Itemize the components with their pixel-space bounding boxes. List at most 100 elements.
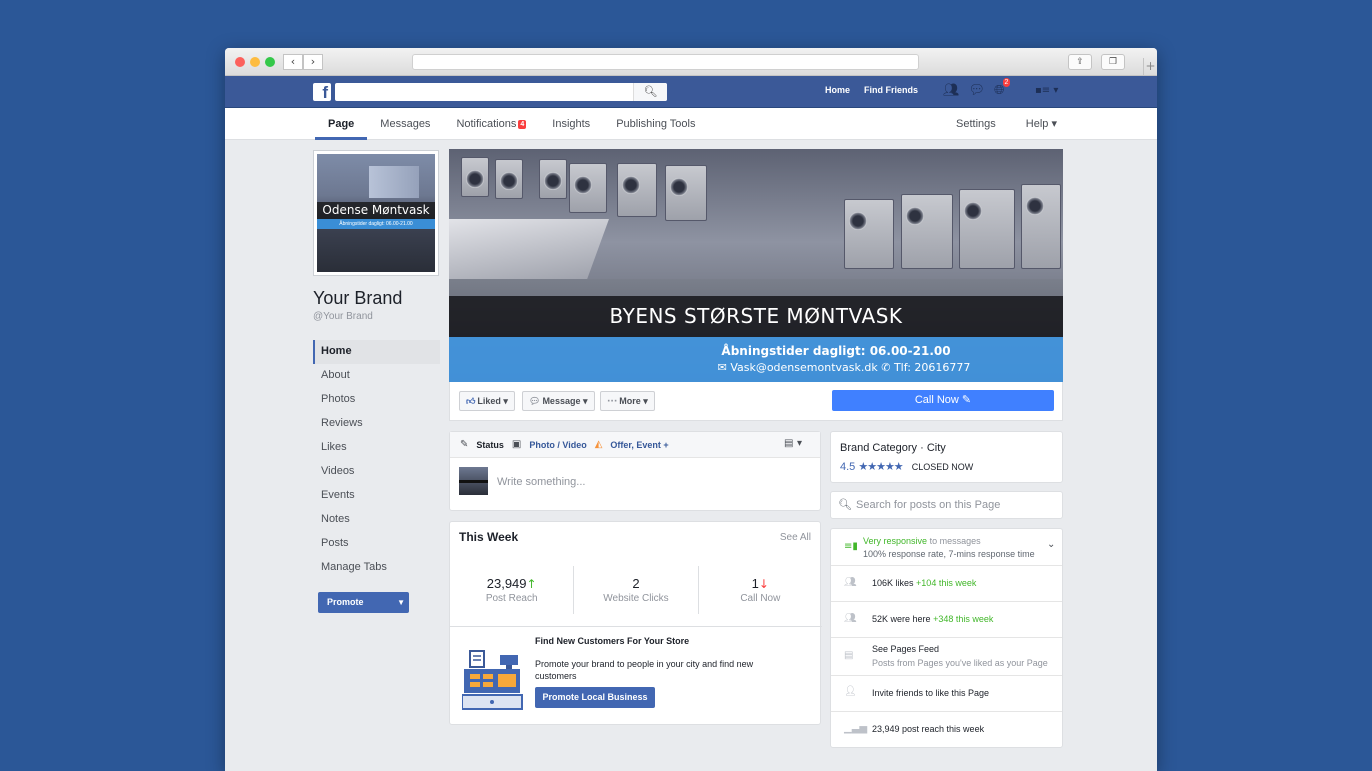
browser-chrome: ‹ › ⇪ ❐ + — [225, 48, 1157, 76]
tab-notifications[interactable]: Notifications 4 — [443, 108, 539, 140]
avatar-brand-name: Odense Møntvask — [317, 202, 435, 219]
facebook-search-input[interactable]: 🔍︎ — [335, 83, 667, 101]
chevron-down-icon: ▼ — [397, 598, 405, 607]
topbar-find-friends-link[interactable]: Find Friends — [864, 85, 918, 95]
sidebar-item-events[interactable]: Events — [313, 484, 440, 508]
tab-messages[interactable]: Messages — [367, 108, 443, 140]
people-icon: 👥︎ — [844, 577, 857, 588]
promo-title: Find New Customers For Your Store — [535, 636, 690, 646]
ellipsis-icon: ··· — [607, 397, 618, 407]
composer-input[interactable]: Write something... — [497, 476, 585, 488]
sidebar-item-videos[interactable]: Videos — [313, 460, 440, 484]
stat-call-now[interactable]: 1↓ Call Now — [699, 566, 822, 614]
likes-row[interactable]: 👥︎ 106K likes +104 this week — [831, 566, 1062, 602]
notifications-badge: 4 — [518, 120, 527, 129]
promo-description: Promote your brand to people in your cit… — [535, 659, 754, 681]
sidebar-nav: Home About Photos Reviews Likes Videos E… — [313, 340, 440, 580]
phone-icon: ✆ — [881, 361, 891, 374]
message-button[interactable]: 💬︎ Message ▾ — [522, 391, 595, 411]
sidebar-item-home[interactable]: Home — [313, 340, 440, 364]
tab-settings[interactable]: Settings — [956, 108, 996, 140]
forward-button[interactable]: › — [303, 54, 323, 70]
minimize-window-button[interactable] — [250, 57, 260, 67]
cover-phone: Tlf: 20616777 — [893, 361, 971, 374]
rating-row[interactable]: 4.5 ★★★★★ CLOSED NOW — [840, 460, 973, 473]
history-buttons: ‹ › — [283, 54, 323, 70]
brand-category[interactable]: Brand Category · City — [840, 442, 946, 454]
messages-icon[interactable]: 💬︎ — [969, 83, 986, 98]
stat-website-clicks[interactable]: 2 Website Clicks — [574, 566, 699, 614]
friends-icon[interactable]: 👥︎ — [943, 83, 960, 98]
cover-hours: Åbningstider dagligt: 06.00-21.00 — [721, 344, 951, 358]
liked-button[interactable]: 👍︎ Liked ▾ — [459, 391, 515, 411]
tab-insights[interactable]: Insights — [539, 108, 603, 140]
profile-picture[interactable]: Odense Møntvask Åbningstider dagligt: 06… — [313, 150, 439, 276]
post-reach-row[interactable]: ▁▃▅ 23,949 post reach this week — [831, 712, 1062, 748]
sidebar-item-posts[interactable]: Posts — [313, 532, 440, 556]
call-now-button[interactable]: Call Now ✎ — [832, 390, 1054, 411]
rating-value: 4.5 — [840, 461, 856, 473]
pages-feed-row[interactable]: ▤ See Pages Feed Posts from Pages you've… — [831, 638, 1062, 676]
brand-category-card: Brand Category · City 4.5 ★★★★★ CLOSED N… — [830, 431, 1063, 483]
camera-icon: ▣ — [511, 439, 522, 450]
sidebar-item-manage-tabs[interactable]: Manage Tabs — [313, 556, 440, 580]
this-week-card: This Week See All 23,949↑ Post Reach 2 W… — [449, 521, 822, 725]
page-info-card: ≡▮ Very responsive to messages 100% resp… — [830, 528, 1063, 748]
star-rating-icon: ★★★★★ — [858, 461, 903, 473]
composer-status-tab[interactable]: Status — [476, 440, 504, 450]
composer-photo-tab[interactable]: Photo / Video — [529, 440, 586, 450]
speech-bubble-icon: 💬︎ — [529, 397, 541, 407]
page-navigation: Page Messages Notifications 4 Insights Pu… — [225, 108, 1157, 140]
arrow-down-icon: ↓ — [758, 577, 769, 591]
topbar-home-link[interactable]: Home — [825, 85, 850, 95]
tab-page[interactable]: Page — [315, 108, 368, 140]
feed-icon: ▤ — [844, 650, 854, 661]
more-button[interactable]: ··· More ▾ — [600, 391, 655, 411]
share-icon[interactable]: ⇪ — [1068, 54, 1092, 70]
thumbs-up-icon: 👍︎ — [466, 397, 476, 407]
facebook-topbar: f 🔍︎ Home Find Friends 👥︎ 💬︎ 🌐︎ 2 ▪≡ ▾ — [225, 76, 1157, 108]
see-all-link[interactable]: See All — [780, 532, 811, 543]
composer-options-icon[interactable]: ▤ ▾ — [784, 438, 802, 449]
new-tab-icon[interactable]: + — [1143, 58, 1157, 76]
chevron-down-icon[interactable]: ⌄ — [1047, 539, 1055, 550]
arrow-up-icon: ↑ — [526, 577, 537, 591]
page-action-bar: 👍︎ Liked ▾ 💬︎ Message ▾ ··· More ▾ Call Now… — [449, 382, 1063, 421]
add-person-icon: 👤︎ — [844, 686, 857, 697]
sidebar-item-notes[interactable]: Notes — [313, 508, 440, 532]
sidebar-item-photos[interactable]: Photos — [313, 388, 440, 412]
promote-button[interactable]: Promote ▼ — [318, 592, 409, 613]
composer-avatar — [459, 467, 488, 495]
responsiveness-row[interactable]: ≡▮ Very responsive to messages 100% resp… — [831, 529, 1062, 566]
facebook-logo-icon[interactable]: f — [313, 83, 331, 101]
cover-contact: ✉ Vask@odensemontvask.dk ✆ Tlf: 20616777 — [449, 361, 1063, 374]
account-menu-icon[interactable]: ▪≡ ▾ — [1035, 85, 1058, 96]
address-bar[interactable] — [412, 54, 919, 70]
browser-window: ‹ › ⇪ ❐ + f 🔍︎ Home Find Friends 👥︎ 💬︎ 🌐… — [225, 48, 1157, 771]
topbar-icons: 👥︎ 💬︎ 🌐︎ 2 — [943, 78, 1011, 98]
search-icon[interactable]: 🔍︎ — [633, 83, 667, 101]
page-handle[interactable]: @Your Brand — [313, 311, 440, 322]
search-icon: 🔍︎ — [838, 498, 852, 511]
tab-help[interactable]: Help ▾ — [1026, 108, 1057, 140]
tab-publishing-tools[interactable]: Publishing Tools — [603, 108, 708, 140]
promote-local-business-button[interactable]: Promote Local Business — [535, 687, 655, 708]
sidebar-item-reviews[interactable]: Reviews — [313, 412, 440, 436]
globe-icon[interactable]: 🌐︎ 2 — [994, 78, 1011, 98]
composer-offer-tab[interactable]: Offer, Event + — [610, 440, 668, 450]
checkins-row[interactable]: 👥︎ 52K were here +348 this week — [831, 602, 1062, 638]
maximize-window-button[interactable] — [265, 57, 275, 67]
back-button[interactable]: ‹ — [283, 54, 303, 70]
cover-photo[interactable]: BYENS STØRSTE MØNTVASK Åbningstider dagl… — [449, 149, 1063, 382]
sidebar-item-likes[interactable]: Likes — [313, 436, 440, 460]
close-window-button[interactable] — [235, 57, 245, 67]
cover-info-band: Åbningstider dagligt: 06.00-21.00 ✉ Vask… — [449, 337, 1063, 382]
stat-post-reach[interactable]: 23,949↑ Post Reach — [450, 566, 575, 614]
topbar-links: Home Find Friends — [825, 85, 918, 95]
sidebar-item-about[interactable]: About — [313, 364, 440, 388]
cover-title: BYENS STØRSTE MØNTVASK — [449, 296, 1063, 337]
invite-friends-row[interactable]: 👤︎ Invite friends to like this Page — [831, 676, 1062, 712]
page-title[interactable]: Your Brand — [313, 288, 440, 309]
tabs-icon[interactable]: ❐ — [1101, 54, 1125, 70]
page-posts-search[interactable]: 🔍︎ Search for posts on this Page — [830, 491, 1063, 519]
